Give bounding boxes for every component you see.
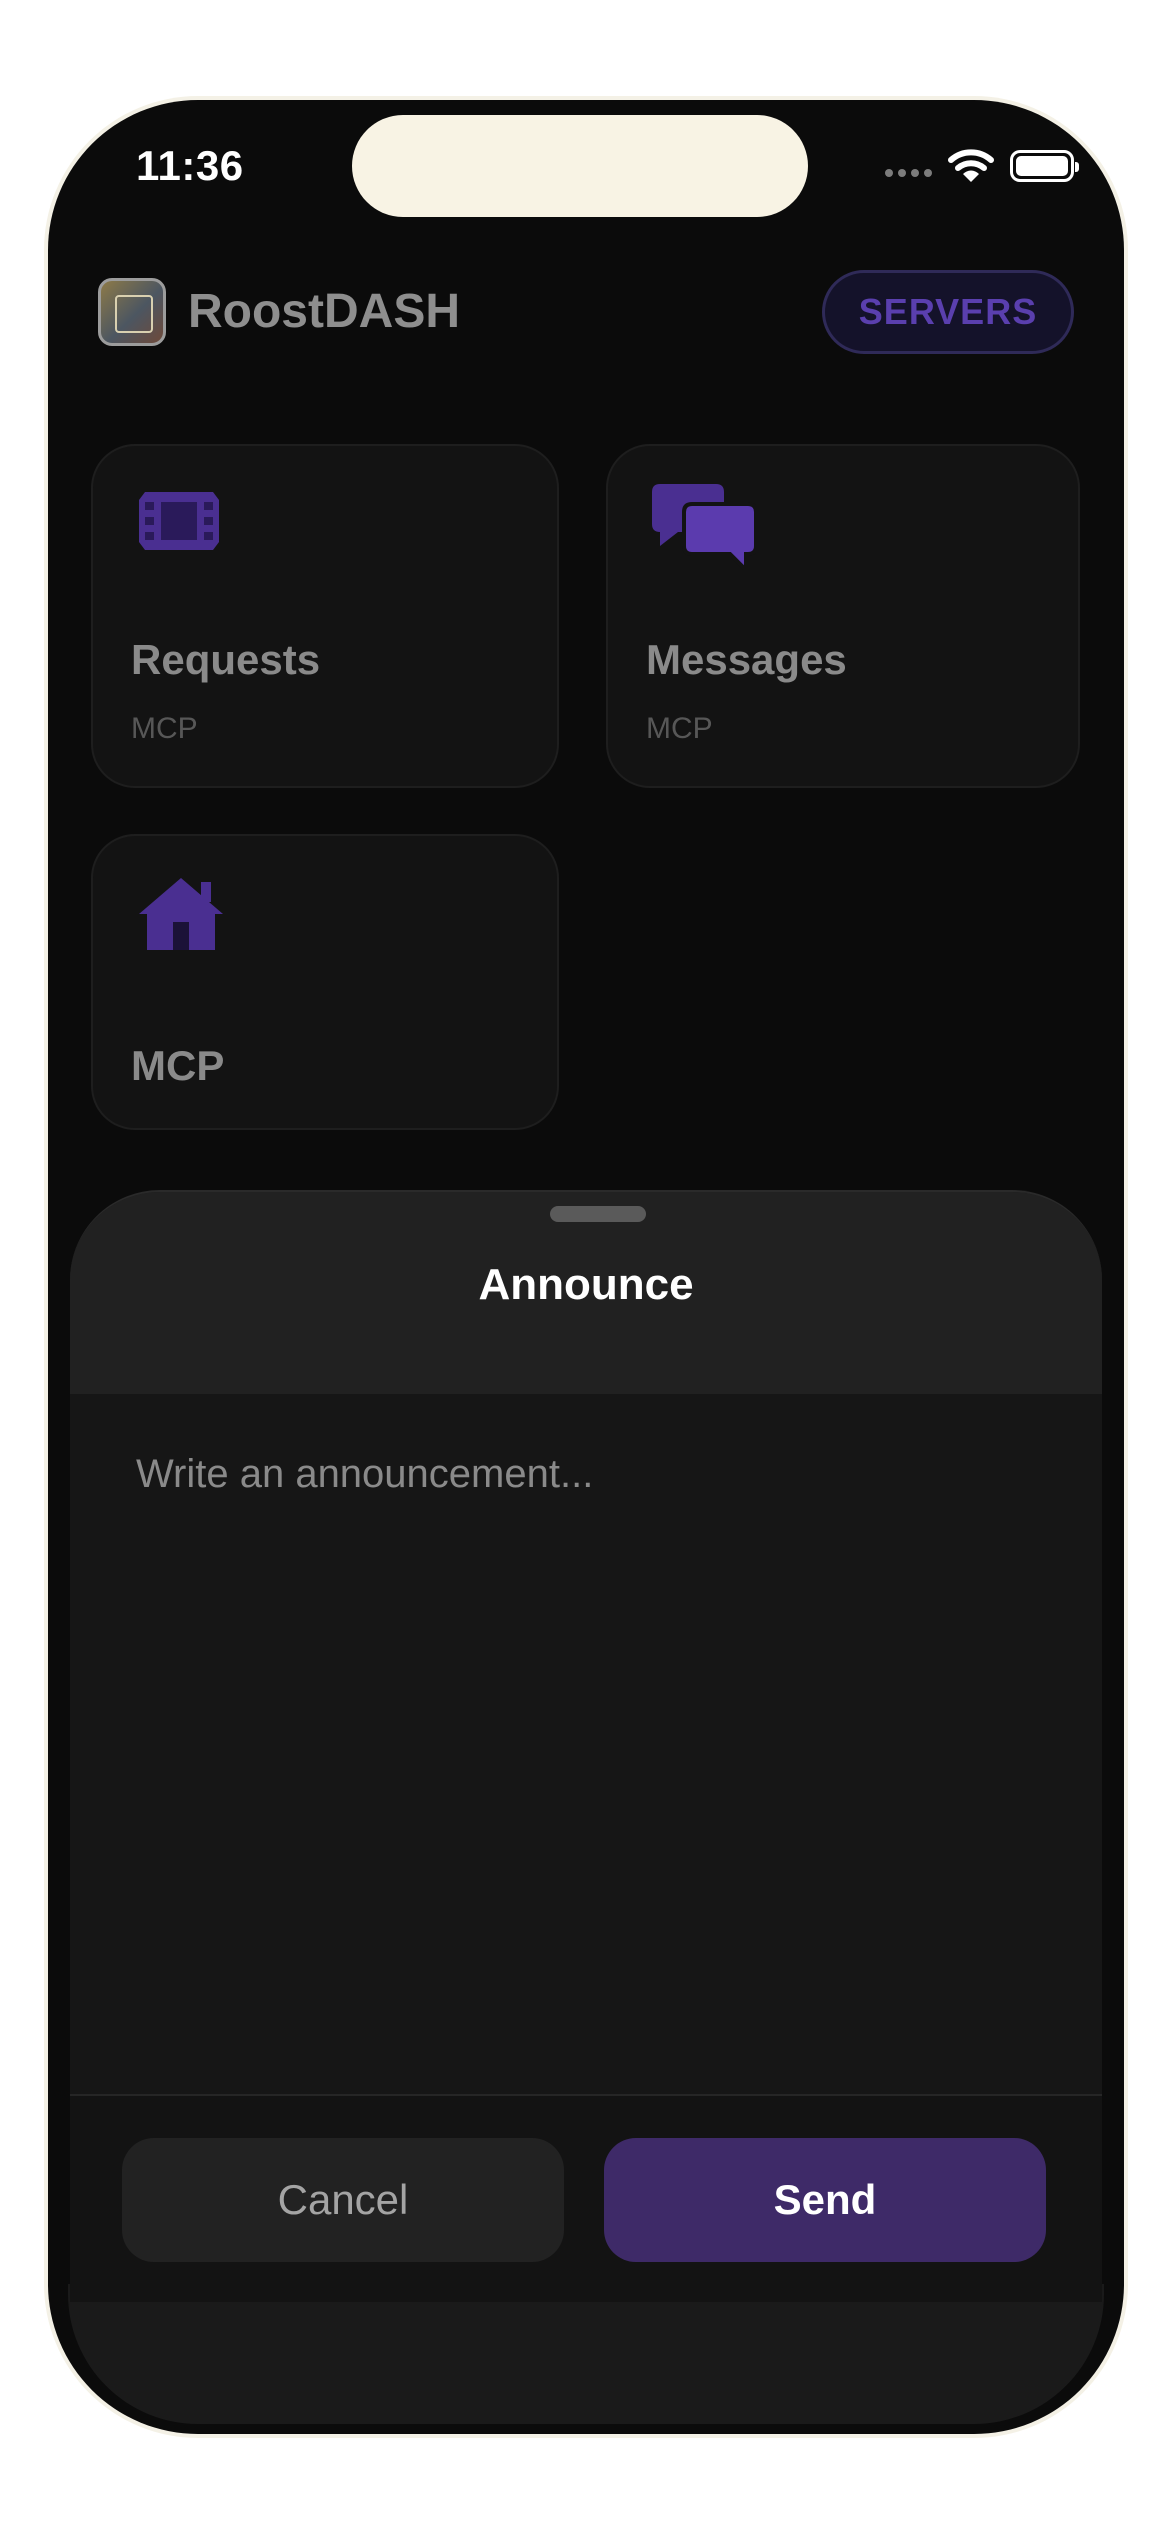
status-time: 11:36: [136, 142, 244, 189]
sheet-title: Announce: [478, 1260, 694, 1309]
status-indicators: [885, 148, 1079, 184]
home-icon: [139, 878, 223, 950]
card-subtitle: MCP: [131, 712, 198, 745]
cancel-button[interactable]: Cancel: [122, 2138, 564, 2262]
card-title: Messages: [646, 636, 847, 683]
card-mcp[interactable]: MCP: [91, 834, 559, 1130]
chat-bubbles-icon: [652, 484, 756, 570]
phone-frame: 11:36 RoostDASH SERVERS Requests MCP Mes…: [48, 100, 1124, 2434]
card-subtitle: MCP: [646, 712, 713, 745]
card-messages[interactable]: Messages MCP: [606, 444, 1080, 788]
card-requests[interactable]: Requests MCP: [91, 444, 559, 788]
sheet-grabber-handle[interactable]: [550, 1206, 646, 1222]
app-title: RoostDASH: [188, 285, 460, 338]
card-title: MCP: [131, 1042, 225, 1089]
battery-icon: [1010, 150, 1079, 182]
film-icon: [139, 492, 219, 550]
sheet-footer: Cancel Send: [70, 2096, 1102, 2302]
app-logo-icon: [98, 278, 166, 346]
wifi-icon: [948, 149, 994, 182]
announcement-input[interactable]: [70, 1394, 1102, 2094]
send-button[interactable]: Send: [604, 2138, 1046, 2262]
background-sheet-edge: [68, 2284, 1104, 2424]
app-header: RoostDASH SERVERS: [98, 270, 1074, 354]
announce-sheet: Announce Cancel Send: [70, 1190, 1102, 2302]
card-title: Requests: [131, 636, 321, 683]
dynamic-island: [352, 115, 808, 217]
cellular-signal-icon: [885, 169, 932, 177]
servers-button[interactable]: SERVERS: [822, 270, 1074, 354]
